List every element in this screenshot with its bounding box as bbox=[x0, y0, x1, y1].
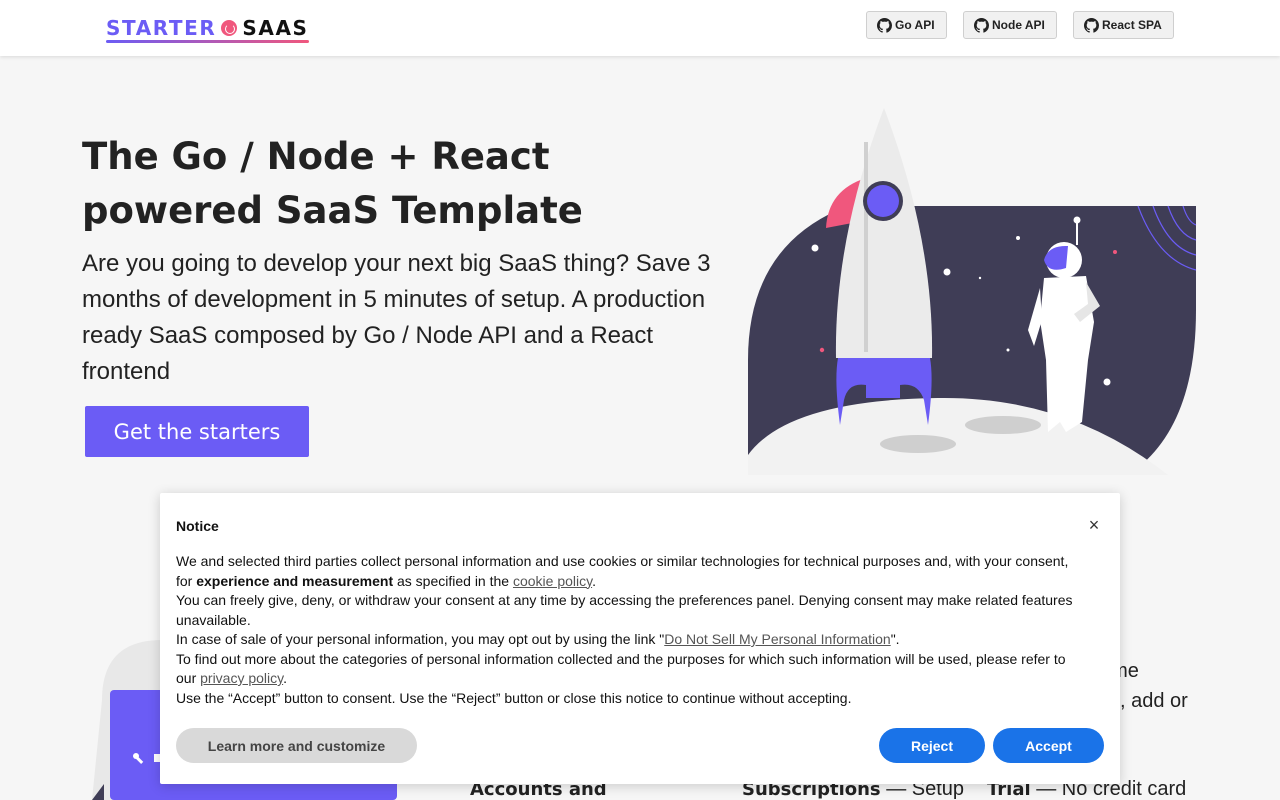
hero-subtitle: Are you going to develop your next big S… bbox=[82, 250, 711, 385]
notice-paragraph: We and selected third parties collect pe… bbox=[176, 553, 1069, 589]
close-icon[interactable]: × bbox=[1084, 515, 1104, 535]
notice-body: We and selected third parties collect pe… bbox=[176, 552, 1076, 708]
notice-paragraph: Use the “Accept” button to consent. Use … bbox=[176, 689, 852, 706]
hero-title: The Go / Node + React powered SaaS Templ… bbox=[82, 135, 583, 232]
reject-button[interactable]: Reject bbox=[879, 728, 985, 763]
cookie-notice-modal: Notice × We and selected third parties c… bbox=[160, 493, 1120, 784]
logo-text-starter: STARTER bbox=[106, 16, 217, 40]
power-icon bbox=[221, 20, 238, 36]
cookie-policy-link[interactable]: cookie policy bbox=[513, 573, 592, 589]
notice-title: Notice bbox=[176, 518, 219, 534]
rocket-icon bbox=[835, 108, 933, 425]
logo-underline bbox=[106, 40, 309, 43]
go-api-button[interactable]: Go API bbox=[866, 11, 947, 39]
github-icon bbox=[974, 17, 989, 33]
react-spa-button[interactable]: React SPA bbox=[1073, 11, 1174, 39]
go-api-label: Go API bbox=[895, 18, 935, 32]
notice-paragraph: You can freely give, deny, or withdraw y… bbox=[176, 592, 1073, 628]
get-starters-button[interactable]: Get the starters bbox=[85, 406, 309, 457]
notice-paragraph: To find out more about the categories of… bbox=[176, 650, 1066, 687]
obscured-text-fragment: , add or bbox=[1120, 690, 1188, 712]
learn-more-button[interactable]: Learn more and customize bbox=[176, 728, 417, 763]
react-spa-label: React SPA bbox=[1102, 18, 1162, 32]
rocket-astronaut-illustration bbox=[748, 108, 1197, 475]
do-not-sell-link[interactable]: Do Not Sell My Personal Information bbox=[664, 631, 890, 647]
logo-text-saas: SAAS bbox=[242, 16, 309, 40]
notice-paragraph: In case of sale of your personal informa… bbox=[176, 631, 900, 647]
navbar: STARTER SAAS Go API Node API React SPA bbox=[0, 0, 1280, 56]
node-api-button[interactable]: Node API bbox=[963, 11, 1057, 39]
github-icon bbox=[1084, 17, 1099, 33]
logo[interactable]: STARTER SAAS bbox=[106, 14, 309, 43]
github-icon bbox=[877, 17, 892, 33]
privacy-policy-link[interactable]: privacy policy bbox=[200, 670, 283, 686]
node-api-label: Node API bbox=[992, 18, 1045, 32]
accept-button[interactable]: Accept bbox=[993, 728, 1104, 763]
